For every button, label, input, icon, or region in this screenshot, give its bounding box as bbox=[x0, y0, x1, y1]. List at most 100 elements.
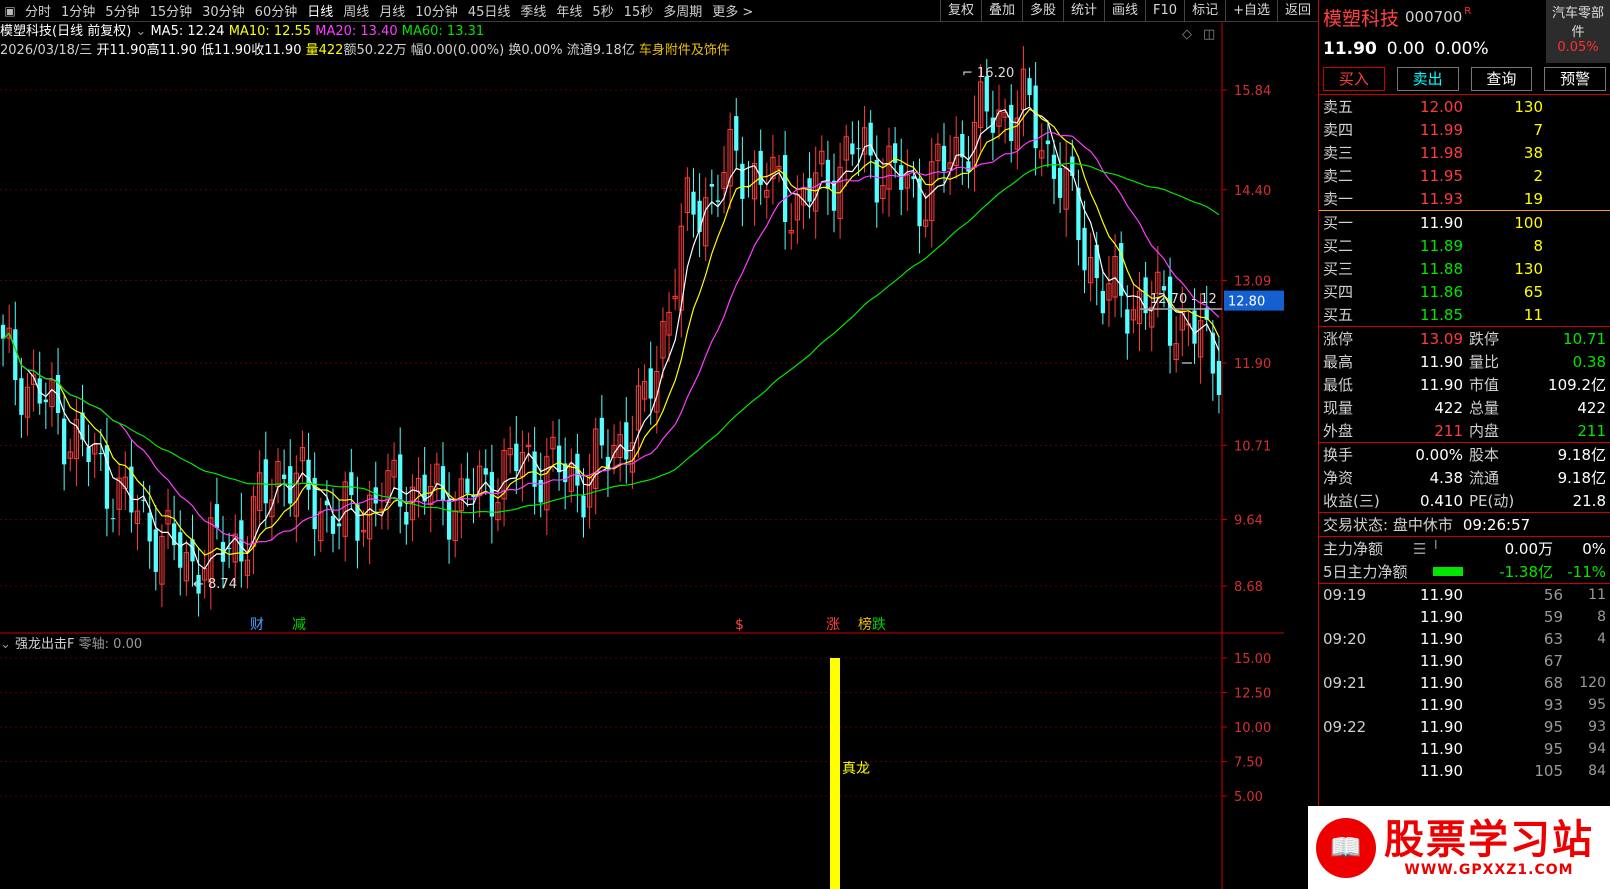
sector-box[interactable]: 汽车零部件 0.05% bbox=[1546, 0, 1610, 63]
stat-row: 最低 11.90 市值 109.2亿 bbox=[1319, 373, 1610, 396]
sector-name: 汽车零部件 bbox=[1551, 6, 1604, 40]
stats-block-2: 换手 0.00% 股本 9.18亿 净资 4.38 流通 9.18亿 收益(三) 0… bbox=[1319, 443, 1610, 512]
tick-volume: 95 bbox=[1543, 740, 1563, 758]
stock-code: 000700 bbox=[1405, 8, 1463, 26]
tick-count: 93 bbox=[1588, 719, 1606, 735]
ask-row[interactable]: 卖三 11.98 38 bbox=[1319, 141, 1610, 164]
split-icon[interactable]: ◫ bbox=[1203, 27, 1215, 42]
site-watermark: 📖 股票学习站 WWW.GPXXZ1.COM bbox=[1308, 806, 1610, 889]
tick-count: 8 bbox=[1597, 609, 1606, 625]
kline-chart[interactable]: 15.84 14.40 13.09 12.80 11.90 10.71 9.64 8.68 ⌐ … bbox=[0, 0, 1318, 889]
tick-volume: 59 bbox=[1543, 608, 1563, 626]
level-volume: 2 bbox=[1533, 166, 1543, 185]
tick-count: 95 bbox=[1588, 697, 1606, 713]
level-label: 买二 bbox=[1323, 237, 1354, 255]
stat-value-2: 9.18亿 bbox=[1557, 469, 1606, 487]
stat-label: 外盘 bbox=[1323, 422, 1354, 440]
stats-block: 涨停 13.09 跌停 10.71 最高 11.90 量比 0.38 最低 11.9… bbox=[1319, 327, 1610, 442]
level-price: 12.00 bbox=[1420, 97, 1463, 116]
list-icon[interactable]: ☰ ╵ bbox=[1413, 540, 1463, 558]
tick-volume: 105 bbox=[1534, 762, 1563, 780]
ask-row[interactable]: 卖四 11.99 7 bbox=[1319, 118, 1610, 141]
candle-body bbox=[782, 155, 788, 222]
candle-body bbox=[599, 417, 604, 446]
candle-body bbox=[98, 452, 103, 455]
stat-label: 收益(三) bbox=[1323, 492, 1380, 510]
ask-list: 卖五 12.00 130 卖四 11.99 7 卖三 11.98 38 卖二 11.9… bbox=[1319, 95, 1610, 210]
stat-row: 外盘 211 内盘 211 bbox=[1319, 419, 1610, 442]
level-label: 卖二 bbox=[1323, 167, 1354, 185]
trade-time: 09:26:57 bbox=[1462, 515, 1531, 534]
diamond-icon[interactable]: ◇ bbox=[1182, 27, 1192, 42]
tick-time: 09:22 bbox=[1323, 718, 1367, 736]
candle-body bbox=[1100, 290, 1105, 314]
event-tag: $ bbox=[735, 617, 744, 633]
ask-row[interactable]: 卖五 12.00 130 bbox=[1319, 95, 1610, 118]
alert-button[interactable]: 预警 bbox=[1544, 67, 1606, 91]
level-price: 11.88 bbox=[1420, 259, 1463, 278]
tick-row: 11.90 95 94 bbox=[1319, 738, 1610, 760]
query-button[interactable]: 查询 bbox=[1470, 67, 1533, 91]
tick-price: 11.90 bbox=[1420, 718, 1463, 736]
tick-volume: 56 bbox=[1543, 586, 1563, 604]
level-volume: 38 bbox=[1523, 143, 1543, 162]
price-axis-label: 9.64 bbox=[1234, 513, 1263, 528]
indicator-axis-label: 10.00 bbox=[1234, 721, 1271, 736]
stat-label-2: 市值 bbox=[1469, 376, 1500, 394]
bid-row[interactable]: 买一 11.90 100 bbox=[1319, 211, 1610, 234]
candle-body bbox=[734, 116, 739, 151]
buy-button[interactable]: 买入 bbox=[1323, 67, 1385, 91]
candle-body bbox=[0, 324, 6, 339]
stat-label: 涨停 bbox=[1323, 330, 1354, 348]
level-label: 买三 bbox=[1323, 260, 1354, 278]
ask-row[interactable]: 卖一 11.93 19 bbox=[1319, 187, 1610, 210]
margin-flag: R bbox=[1464, 6, 1472, 17]
tick-price: 11.90 bbox=[1420, 630, 1463, 648]
candle-body bbox=[941, 145, 947, 172]
price-change: 0.00 bbox=[1386, 39, 1425, 59]
candle-body bbox=[355, 504, 360, 541]
price-tag-text: 12.80 bbox=[1228, 295, 1265, 310]
tick-volume: 68 bbox=[1543, 674, 1563, 692]
stat-value-2: 0.38 bbox=[1572, 352, 1606, 371]
stat-label-2: PE(动) bbox=[1469, 492, 1515, 510]
fund-5d-value: -1.38亿 bbox=[1499, 563, 1553, 581]
indicator-name[interactable]: 强龙出击F bbox=[15, 637, 74, 652]
bid-row[interactable]: 买四 11.86 65 bbox=[1319, 280, 1610, 303]
candle-body bbox=[1009, 104, 1014, 142]
candle-body bbox=[868, 122, 873, 156]
stat-label-2: 总量 bbox=[1469, 399, 1500, 417]
level-label: 卖四 bbox=[1323, 121, 1354, 139]
candle-body bbox=[110, 518, 116, 520]
tick-list[interactable]: 09:19 11.90 56 11 11.90 59 8 09:20 11.90 … bbox=[1319, 584, 1610, 782]
chevron-down-icon[interactable]: ⌄ bbox=[0, 637, 11, 652]
fund-pct: 0% bbox=[1582, 539, 1606, 558]
price-line-label: 12.70 - 12 bbox=[1150, 292, 1217, 307]
indicator-axis-label: 15.00 bbox=[1234, 652, 1271, 667]
indicator-header: ⌄ 强龙出击F 零轴: 0.00 bbox=[0, 636, 142, 654]
candle-body bbox=[330, 516, 336, 534]
level-price: 11.86 bbox=[1420, 282, 1463, 301]
level-price: 11.98 bbox=[1420, 143, 1463, 162]
high-marker: ⌐ 16.20 bbox=[962, 66, 1014, 81]
ask-row[interactable]: 卖二 11.95 2 bbox=[1319, 164, 1610, 187]
tick-row: 11.90 67 bbox=[1319, 650, 1610, 672]
bid-row[interactable]: 买二 11.89 8 bbox=[1319, 234, 1610, 257]
tick-row: 09:19 11.90 56 11 bbox=[1319, 584, 1610, 606]
level-price: 11.90 bbox=[1420, 213, 1463, 232]
signal-label: 真龙 bbox=[842, 761, 870, 777]
event-tag: 涨 bbox=[826, 617, 840, 633]
candle-body bbox=[19, 378, 24, 415]
sell-button[interactable]: 卖出 bbox=[1396, 67, 1459, 91]
candle-body bbox=[147, 512, 152, 542]
level-label: 卖五 bbox=[1323, 98, 1354, 116]
stat-row: 净资 4.38 流通 9.18亿 bbox=[1319, 466, 1610, 489]
candle-body bbox=[214, 504, 220, 529]
bid-row[interactable]: 买三 11.88 130 bbox=[1319, 257, 1610, 280]
stat-value: 13.09 bbox=[1420, 329, 1463, 348]
bid-row[interactable]: 买五 11.85 11 bbox=[1319, 303, 1610, 326]
candle-body bbox=[178, 532, 183, 568]
fund-value: 0.00万 bbox=[1504, 540, 1553, 558]
fund-5d-pct: -11% bbox=[1567, 562, 1606, 581]
stat-value: 422 bbox=[1434, 398, 1463, 417]
